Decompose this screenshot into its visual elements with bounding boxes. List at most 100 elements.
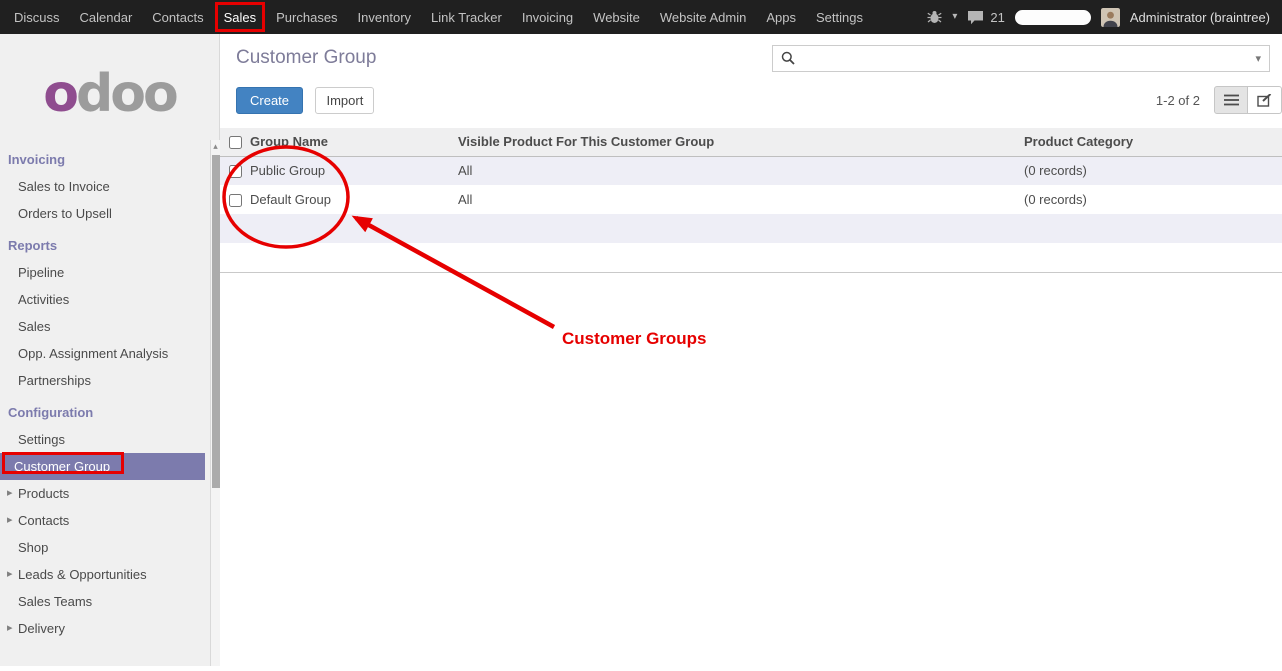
table-row[interactable]: Public Group All (0 records) xyxy=(220,156,1282,185)
pager-text: 1-2 of 2 xyxy=(1156,93,1200,108)
main-content: Customer Group ▾ Create Import 1-2 of 2 xyxy=(220,34,1282,666)
view-switcher xyxy=(1214,86,1282,114)
sidebar-item-shop[interactable]: Shop xyxy=(0,534,205,561)
row-checkbox-cell xyxy=(220,185,250,214)
list-view-icon xyxy=(1224,94,1239,106)
empty-row xyxy=(220,243,1282,272)
cell-product-category: (0 records) xyxy=(1024,185,1282,214)
sidebar-item-leads-opportunities[interactable]: ▸ Leads & Opportunities xyxy=(0,561,205,588)
sidebar-item-label: Products xyxy=(18,486,69,501)
scroll-up-arrow-icon[interactable]: ▴ xyxy=(211,140,220,153)
nav-sales-label: Sales xyxy=(224,10,257,25)
column-header-visible-product[interactable]: Visible Product For This Customer Group xyxy=(458,128,1024,156)
empty-row xyxy=(220,214,1282,243)
nav-purchases[interactable]: Purchases xyxy=(266,0,347,34)
search-icon xyxy=(781,51,795,65)
action-buttons: Create Import xyxy=(236,87,374,114)
select-all-checkbox[interactable] xyxy=(229,136,242,149)
nav-link-tracker[interactable]: Link Tracker xyxy=(421,0,512,34)
sidebar-item-sales-teams[interactable]: Sales Teams xyxy=(0,588,205,615)
form-view-edit-icon xyxy=(1257,94,1272,107)
user-avatar[interactable] xyxy=(1101,8,1120,27)
message-count: 21 xyxy=(990,10,1004,25)
nav-inventory[interactable]: Inventory xyxy=(348,0,421,34)
column-header-product-category[interactable]: Product Category xyxy=(1024,128,1282,156)
sidebar-menu: Invoicing Sales to Invoice Orders to Ups… xyxy=(0,146,205,642)
systray: ▾ 21 Administrator (braintree) xyxy=(927,0,1282,34)
sidebar-item-delivery[interactable]: ▸ Delivery xyxy=(0,615,205,642)
nav-discuss[interactable]: Discuss xyxy=(4,0,70,34)
sidebar-item-label: Customer Group xyxy=(14,459,110,474)
debug-bug-icon[interactable] xyxy=(927,10,942,24)
sidebar-item-sales-to-invoice[interactable]: Sales to Invoice xyxy=(0,173,205,200)
cell-product-category: (0 records) xyxy=(1024,156,1282,185)
row-checkbox-cell xyxy=(220,156,250,185)
debug-dropdown-caret-icon[interactable]: ▾ xyxy=(952,12,957,22)
sidebar-scrollbar[interactable]: ▴ xyxy=(210,140,220,666)
odoo-logo: odoo xyxy=(0,68,219,120)
nav-contacts[interactable]: Contacts xyxy=(142,0,213,34)
form-view-button[interactable] xyxy=(1248,86,1282,114)
chevron-right-icon: ▸ xyxy=(7,507,13,534)
sidebar-section-configuration: Configuration Settings Customer Group ▸ … xyxy=(0,399,205,642)
sidebar-item-sales[interactable]: Sales xyxy=(0,313,205,340)
cell-visible-product: All xyxy=(458,156,1024,185)
cell-group-name: Default Group xyxy=(250,185,458,214)
sidebar-item-label: Leads & Opportunities xyxy=(18,567,147,582)
column-header-group-name[interactable]: Group Name xyxy=(250,128,458,156)
sidebar-section-invoicing: Invoicing Sales to Invoice Orders to Ups… xyxy=(0,146,205,227)
search-dropdown-caret-icon[interactable]: ▾ xyxy=(1255,52,1261,65)
nav-settings[interactable]: Settings xyxy=(806,0,873,34)
sidebar-item-pipeline[interactable]: Pipeline xyxy=(0,259,205,286)
search-box[interactable]: ▾ xyxy=(772,45,1270,72)
pager-area: 1-2 of 2 xyxy=(1156,86,1282,114)
empty-cell xyxy=(220,214,1282,243)
sidebar-item-label: Delivery xyxy=(18,621,65,636)
customer-group-table: Group Name Visible Product For This Cust… xyxy=(220,128,1282,273)
sidebar-item-customer-group[interactable]: Customer Group xyxy=(0,453,205,480)
sidebar: odoo Invoicing Sales to Invoice Orders t… xyxy=(0,34,220,666)
messages-chat-icon[interactable] xyxy=(967,10,984,25)
app-menu: Discuss Calendar Contacts Sales Purchase… xyxy=(0,0,873,34)
nav-calendar[interactable]: Calendar xyxy=(70,0,143,34)
control-panel-buttons: Create Import 1-2 of 2 xyxy=(220,73,1282,115)
empty-cell xyxy=(220,243,1282,272)
sidebar-item-partnerships[interactable]: Partnerships xyxy=(0,367,205,394)
sidebar-item-orders-to-upsell[interactable]: Orders to Upsell xyxy=(0,200,205,227)
search-input[interactable] xyxy=(802,50,1255,67)
section-title: Invoicing xyxy=(0,146,205,173)
user-menu[interactable]: Administrator (braintree) xyxy=(1130,10,1270,25)
sidebar-item-products[interactable]: ▸ Products xyxy=(0,480,205,507)
top-navigation-bar: Discuss Calendar Contacts Sales Purchase… xyxy=(0,0,1282,34)
table-header-row: Group Name Visible Product For This Cust… xyxy=(220,128,1282,156)
nav-invoicing[interactable]: Invoicing xyxy=(512,0,583,34)
sidebar-item-label: Contacts xyxy=(18,513,69,528)
import-button[interactable]: Import xyxy=(315,87,374,114)
list-view-button[interactable] xyxy=(1214,86,1248,114)
row-checkbox[interactable] xyxy=(229,165,242,178)
cell-visible-product: All xyxy=(458,185,1024,214)
sidebar-item-contacts[interactable]: ▸ Contacts xyxy=(0,507,205,534)
status-pill xyxy=(1015,10,1091,25)
cell-group-name: Public Group xyxy=(250,156,458,185)
section-title: Reports xyxy=(0,232,205,259)
table-row[interactable]: Default Group All (0 records) xyxy=(220,185,1282,214)
scrollbar-thumb[interactable] xyxy=(212,155,220,488)
nav-sales[interactable]: Sales xyxy=(214,0,267,34)
row-checkbox[interactable] xyxy=(229,194,242,207)
nav-website-admin[interactable]: Website Admin xyxy=(650,0,756,34)
chevron-right-icon: ▸ xyxy=(7,480,13,507)
page-title: Customer Group xyxy=(236,47,376,69)
sidebar-section-reports: Reports Pipeline Activities Sales Opp. A… xyxy=(0,232,205,394)
sidebar-item-opp-assignment-analysis[interactable]: Opp. Assignment Analysis xyxy=(0,340,205,367)
section-title: Configuration xyxy=(0,399,205,426)
create-button[interactable]: Create xyxy=(236,87,303,114)
sidebar-item-activities[interactable]: Activities xyxy=(0,286,205,313)
nav-apps[interactable]: Apps xyxy=(756,0,806,34)
chevron-right-icon: ▸ xyxy=(7,615,13,642)
chevron-right-icon: ▸ xyxy=(7,561,13,588)
select-all-cell xyxy=(220,128,250,156)
control-panel-top: Customer Group ▾ xyxy=(220,34,1282,73)
sidebar-item-settings[interactable]: Settings xyxy=(0,426,205,453)
nav-website[interactable]: Website xyxy=(583,0,650,34)
